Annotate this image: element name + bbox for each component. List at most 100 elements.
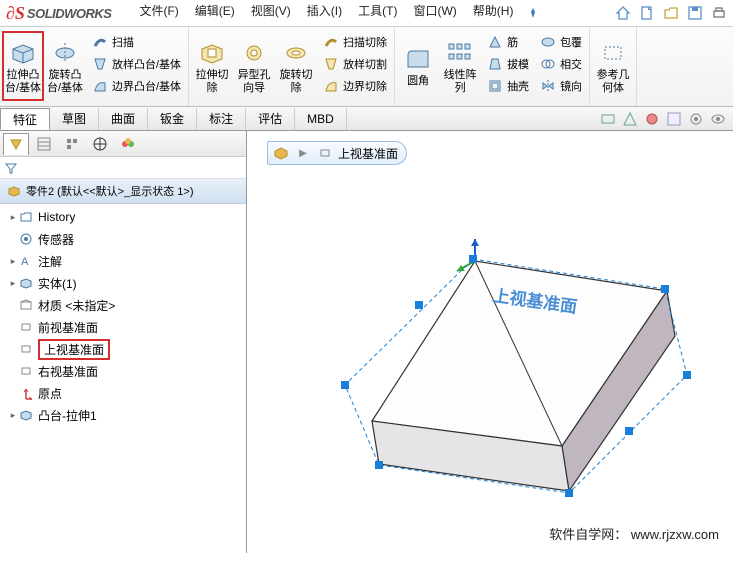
tab-features[interactable]: 特征 [0,108,50,130]
expand-icon[interactable]: ▸ [8,410,18,421]
model-3d[interactable]: 上视基准面 [297,231,697,511]
tree-root[interactable]: 零件2 (默认<<默认>_显示状态 1>) [0,179,246,204]
plane-icon [316,144,334,162]
tree-tab-config[interactable] [59,133,85,155]
ribbon-stack-modify1: 筋 拔模 抽壳 [481,31,534,97]
viewport[interactable]: ▶ 上视基准面 [247,131,733,553]
view-toolbar [597,109,733,129]
menu-insert[interactable]: 插入(I) [299,2,350,24]
view-settings-icon[interactable] [686,109,706,129]
tree-item-right-plane[interactable]: 右视基准面 [0,360,246,382]
tab-mbd[interactable]: MBD [295,108,347,130]
rib-button[interactable]: 筋 [483,31,532,53]
draft-button[interactable]: 拔模 [483,53,532,75]
tree-tabs [0,131,246,157]
lofted-cut-icon [322,55,340,73]
filter-icon[interactable] [4,161,18,175]
boundary-boss-button[interactable]: 边界凸台/基体 [88,75,184,97]
plane-icon [18,341,34,357]
sensor-icon [18,231,34,247]
extrude-cut-icon [196,37,228,69]
tab-sheetmetal[interactable]: 钣金 [148,108,197,130]
section-view-icon[interactable] [620,109,640,129]
hole-wizard-label: 异型孔向导 [233,69,275,95]
open-icon[interactable] [660,2,682,24]
expand-icon[interactable]: ▸ [8,212,18,223]
hole-wizard-button[interactable]: 异型孔向导 [233,31,275,101]
boundary-icon [91,77,109,95]
mirror-button[interactable]: 镜向 [536,75,585,97]
feature-tree-panel: 零件2 (默认<<默认>_显示状态 1>) ▸History 传感器 ▸A注解 … [0,131,247,553]
pin-icon[interactable] [522,2,544,24]
solidworks-logo-icon: ∂S [6,3,25,24]
intersect-button[interactable]: 相交 [536,53,585,75]
display-style-icon[interactable] [598,109,618,129]
lofted-boss-button[interactable]: 放样凸台/基体 [88,53,184,75]
revolve-cut-button[interactable]: 旋转切除 [275,31,317,101]
annotation-icon: A [18,253,34,269]
fillet-icon [402,43,434,75]
app-logo: ∂S SOLIDWORKS [0,3,117,24]
wrap-icon [539,33,557,51]
tree-item-origin[interactable]: 原点 [0,382,246,404]
plane-icon [18,319,34,335]
tree-root-label: 零件2 (默认<<默认>_显示状态 1>) [26,183,194,199]
ref-geom-button[interactable]: 参考几何体 [592,31,634,101]
menu-window[interactable]: 窗口(W) [405,2,464,24]
revolve-cut-icon [280,37,312,69]
fillet-button[interactable]: 圆角 [397,31,439,101]
print-icon[interactable] [708,2,730,24]
swept-cut-button[interactable]: 扫描切除 [319,31,390,53]
menu-file[interactable]: 文件(F) [131,2,186,24]
shell-button[interactable]: 抽壳 [483,75,532,97]
expand-icon[interactable]: ▸ [8,256,18,267]
swept-cut-icon [322,33,340,51]
tree-item-history[interactable]: ▸History [0,206,246,228]
boundary-cut-button[interactable]: 边界切除 [319,75,390,97]
extrude-boss-label: 拉伸凸台/基体 [4,69,42,95]
part-icon [6,183,22,199]
extrude-boss-button[interactable]: 拉伸凸台/基体 [2,31,44,101]
extrude-cut-button[interactable]: 拉伸切除 [191,31,233,101]
tab-evaluate[interactable]: 评估 [246,108,295,130]
breadcrumb[interactable]: ▶ 上视基准面 [267,141,407,165]
revolve-boss-button[interactable]: 旋转凸台/基体 [44,31,86,101]
tree-item-material[interactable]: 材质 <未指定> [0,294,246,316]
model-svg: 上视基准面 [297,231,697,521]
tree-item-sensors[interactable]: 传感器 [0,228,246,250]
tree-item-extrude1[interactable]: ▸凸台-拉伸1 [0,404,246,426]
tree-tab-property[interactable] [31,133,57,155]
new-icon[interactable] [636,2,658,24]
tab-surfaces[interactable]: 曲面 [99,108,148,130]
tree-tab-display[interactable] [115,133,141,155]
swept-icon [91,33,109,51]
linear-pattern-button[interactable]: 线性阵列 [439,31,481,101]
wrap-button[interactable]: 包覆 [536,31,585,53]
boundary-cut-icon [322,77,340,95]
menu-help[interactable]: 帮助(H) [465,2,522,24]
save-icon[interactable] [684,2,706,24]
scene-icon[interactable] [664,109,684,129]
tree-item-bodies[interactable]: ▸实体(1) [0,272,246,294]
tree-tab-dim[interactable] [87,133,113,155]
menu-tools[interactable]: 工具(T) [350,2,405,24]
rib-icon [486,33,504,51]
menu-view[interactable]: 视图(V) [243,2,299,24]
home-icon[interactable] [612,2,634,24]
tree-item-annotations[interactable]: ▸A注解 [0,250,246,272]
tree-tab-feature[interactable] [3,133,29,155]
menu-edit[interactable]: 编辑(E) [187,2,243,24]
tree-body: ▸History 传感器 ▸A注解 ▸实体(1) 材质 <未指定> 前视基准面 … [0,204,246,553]
tab-annotate[interactable]: 标注 [197,108,246,130]
ribbon-stack-boss: 扫描 放样凸台/基体 边界凸台/基体 [86,31,186,97]
tree-item-front-plane[interactable]: 前视基准面 [0,316,246,338]
lofted-cut-button[interactable]: 放样切割 [319,53,390,75]
extrude-cut-label: 拉伸切除 [191,69,233,95]
swept-boss-button[interactable]: 扫描 [88,31,184,53]
origin-icon [18,385,34,401]
appearance-icon[interactable] [642,109,662,129]
expand-icon[interactable]: ▸ [8,278,18,289]
tab-sketch[interactable]: 草图 [50,108,99,130]
hide-show-icon[interactable] [708,109,728,129]
tree-item-top-plane[interactable]: 上视基准面 [0,338,246,360]
